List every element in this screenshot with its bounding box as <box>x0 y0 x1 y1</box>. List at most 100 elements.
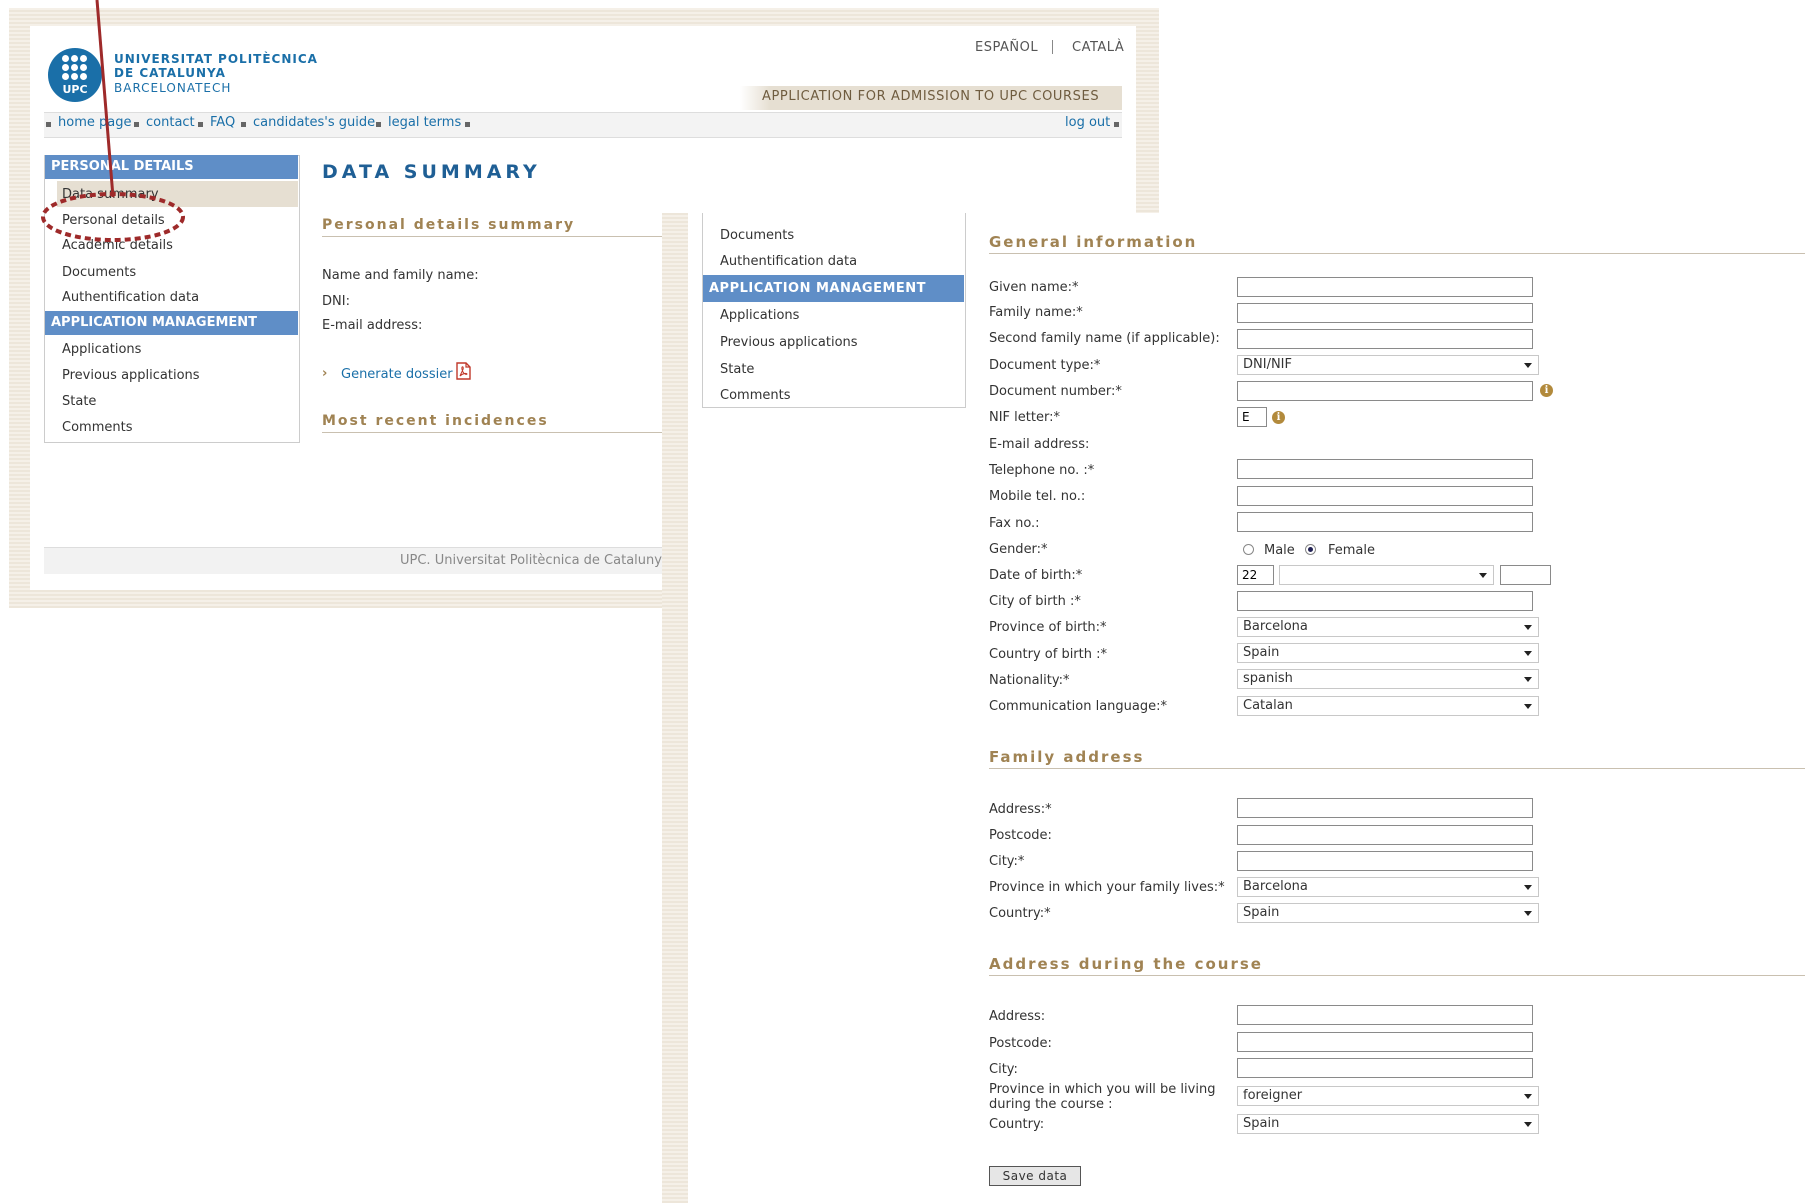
label-gender: Gender:* <box>989 542 1048 557</box>
course-country-select[interactable]: Spain <box>1237 1114 1539 1134</box>
label-communication-language: Communication language:* <box>989 699 1168 714</box>
language-link-catala[interactable]: CATALÀ <box>1072 40 1124 55</box>
nif-letter-input[interactable] <box>1237 407 1267 427</box>
birth-day-input[interactable] <box>1237 565 1274 585</box>
page-title: DATA SUMMARY <box>322 161 541 183</box>
gender-male-label: Male <box>1264 543 1295 558</box>
given-name-input[interactable] <box>1237 277 1533 297</box>
label-family-province: Province in which your family lives:* <box>989 880 1225 895</box>
section-title-general: General information <box>989 233 1198 251</box>
label-course-postcode: Postcode: <box>989 1036 1052 1051</box>
label-mobile: Mobile tel. no.: <box>989 489 1086 504</box>
document-type-select[interactable]: DNI/NIF <box>1237 355 1539 375</box>
birth-month-select[interactable] <box>1279 565 1494 585</box>
sidebar-item-state[interactable]: State <box>720 362 754 377</box>
course-province-select[interactable]: foreigner <box>1237 1086 1539 1106</box>
sidebar-item-documents[interactable]: Documents <box>720 228 794 243</box>
summary-label-name: Name and family name: <box>322 268 479 283</box>
label-course-province-line1: Province in which you will be living <box>989 1082 1216 1097</box>
sidebar-item-authentification[interactable]: Authentification data <box>62 290 199 305</box>
second-family-name-input[interactable] <box>1237 329 1533 349</box>
label-telephone: Telephone no. :* <box>989 463 1095 478</box>
nationality-select[interactable]: spanish <box>1237 669 1539 689</box>
section-title-family-address: Family address <box>989 748 1145 766</box>
label-document-type: Document type:* <box>989 358 1101 373</box>
sidebar-header-application: APPLICATION MANAGEMENT <box>703 275 964 302</box>
save-data-button[interactable]: Save data <box>989 1166 1081 1186</box>
pdf-icon[interactable] <box>455 362 471 380</box>
gender-female-label: Female <box>1328 543 1376 558</box>
language-link-espanol[interactable]: ESPAÑOL <box>975 40 1038 55</box>
family-postcode-input[interactable] <box>1237 825 1533 845</box>
mobile-input[interactable] <box>1237 486 1533 506</box>
summary-label-email: E-mail address: <box>322 318 423 333</box>
course-city-input[interactable] <box>1237 1058 1533 1078</box>
chevron-down-icon <box>1524 1094 1532 1099</box>
sidebar-item-applications[interactable]: Applications <box>720 308 799 323</box>
document-number-input[interactable] <box>1237 381 1533 401</box>
section-divider <box>322 236 662 237</box>
sidebar-item-comments[interactable]: Comments <box>62 420 132 435</box>
label-course-city: City: <box>989 1062 1018 1077</box>
sidebar-item-authentification[interactable]: Authentification data <box>720 254 857 269</box>
label-family-address: Address:* <box>989 802 1052 817</box>
gender-female-radio[interactable] <box>1305 544 1316 555</box>
sidebar-header-application: APPLICATION MANAGEMENT <box>45 311 298 335</box>
generate-dossier-link[interactable]: Generate dossier <box>341 367 453 382</box>
highlight-circle <box>41 0 185 242</box>
sidebar-item-state[interactable]: State <box>62 394 96 409</box>
top-navbar <box>44 112 1122 138</box>
country-of-birth-select[interactable]: Spain <box>1237 643 1539 663</box>
summary-label-dni: DNI: <box>322 294 350 309</box>
nav-link-guide[interactable]: candidates's guide <box>253 115 375 130</box>
family-province-select[interactable]: Barcelona <box>1237 877 1539 897</box>
label-family-country: Country:* <box>989 906 1051 921</box>
label-nationality: Nationality:* <box>989 673 1070 688</box>
nav-link-faq[interactable]: FAQ <box>210 115 235 130</box>
sidebar-item-documents[interactable]: Documents <box>62 265 136 280</box>
chevron-down-icon <box>1524 677 1532 682</box>
section-divider <box>989 768 1805 769</box>
province-of-birth-select[interactable]: Barcelona <box>1237 617 1539 637</box>
nav-bullet-icon <box>376 122 381 127</box>
chevron-down-icon <box>1524 704 1532 709</box>
nav-bullet-icon <box>1114 122 1119 127</box>
course-address-input[interactable] <box>1237 1005 1533 1025</box>
communication-language-select[interactable]: Catalan <box>1237 696 1539 716</box>
app-title: APPLICATION FOR ADMISSION TO UPC COURSES <box>762 89 1100 104</box>
info-icon[interactable]: i <box>1540 384 1553 397</box>
sidebar-item-applications[interactable]: Applications <box>62 342 141 357</box>
sidebar-item-previous-applications[interactable]: Previous applications <box>720 335 858 350</box>
family-city-input[interactable] <box>1237 851 1533 871</box>
fax-input[interactable] <box>1237 512 1533 532</box>
family-country-select[interactable]: Spain <box>1237 903 1539 923</box>
label-family-postcode: Postcode: <box>989 828 1052 843</box>
label-given-name: Given name:* <box>989 280 1079 295</box>
section-divider <box>989 975 1805 976</box>
logout-link[interactable]: log out <box>1065 115 1110 130</box>
info-icon[interactable]: i <box>1272 411 1285 424</box>
label-document-number: Document number:* <box>989 384 1122 399</box>
chevron-down-icon <box>1524 651 1532 656</box>
label-country-of-birth: Country of birth :* <box>989 647 1107 662</box>
city-of-birth-input[interactable] <box>1237 591 1533 611</box>
label-nif-letter: NIF letter:* <box>989 410 1060 425</box>
birth-year-input[interactable] <box>1500 565 1551 585</box>
course-postcode-input[interactable] <box>1237 1032 1533 1052</box>
sidebar-item-comments[interactable]: Comments <box>720 388 790 403</box>
telephone-input[interactable] <box>1237 459 1533 479</box>
sidebar-item-previous-applications[interactable]: Previous applications <box>62 368 200 383</box>
screenshot-border <box>662 213 688 1203</box>
gender-male-radio[interactable] <box>1243 544 1254 555</box>
label-fax: Fax no.: <box>989 516 1040 531</box>
section-divider <box>322 432 662 433</box>
family-address-input[interactable] <box>1237 798 1533 818</box>
section-title-course-address: Address during the course <box>989 955 1263 973</box>
label-family-name: Family name:* <box>989 305 1083 320</box>
label-email: E-mail address: <box>989 437 1090 452</box>
section-title-incidences: Most recent incidences <box>322 413 549 429</box>
chevron-down-icon <box>1524 1122 1532 1127</box>
chevron-right-icon: › <box>322 366 328 381</box>
nav-link-legal[interactable]: legal terms <box>388 115 461 130</box>
family-name-input[interactable] <box>1237 303 1533 323</box>
